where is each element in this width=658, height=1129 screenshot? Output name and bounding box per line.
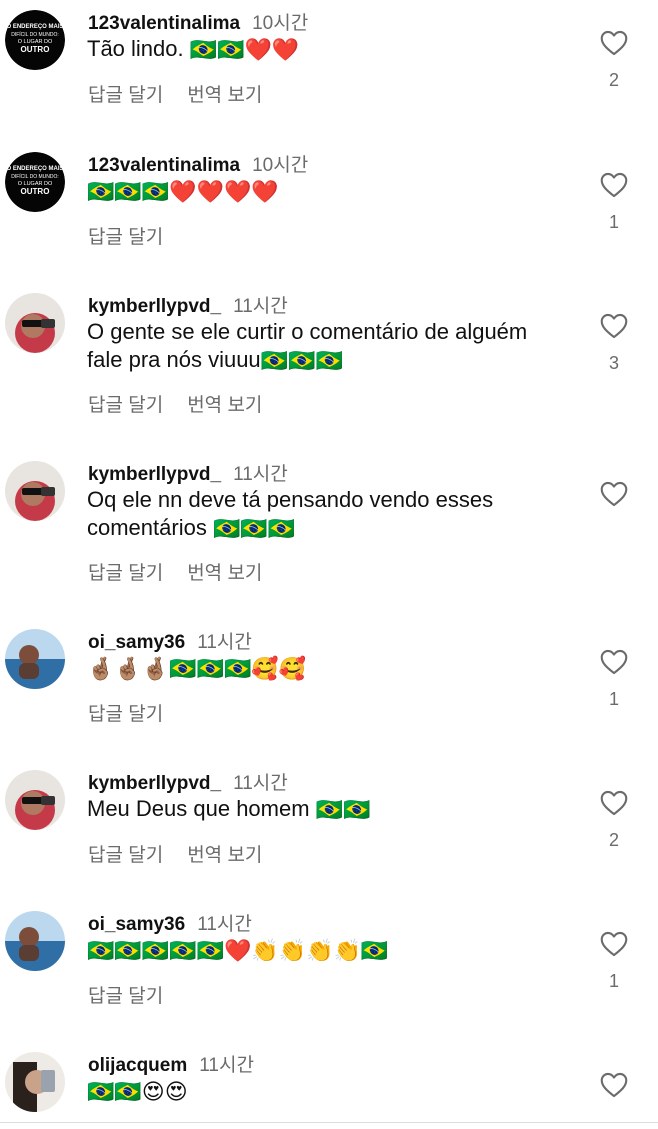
comment-text: 🇧🇷🇧🇷🇧🇷🇧🇷🇧🇷❤️👏👏👏👏🇧🇷 (87, 936, 567, 965)
username[interactable]: olijacquem (88, 1055, 187, 1076)
like-count: 3 (608, 353, 619, 373)
svg-text:O ENDEREÇO MAIS: O ENDEREÇO MAIS (6, 166, 63, 172)
heart-outline-icon[interactable] (600, 481, 628, 507)
comment-actions: 답글 달기 번역 보기 (88, 840, 286, 867)
heart-outline-icon[interactable] (600, 931, 628, 957)
comment-header: oi_samy36 11시간 (88, 627, 252, 654)
username[interactable]: 123valentinalima (88, 155, 240, 176)
avatar[interactable] (5, 770, 65, 830)
avatar[interactable] (5, 1052, 65, 1112)
comment-header: oi_samy36 11시간 (88, 909, 252, 936)
comment-text: 🇧🇷🇧🇷🇧🇷❤️❤️❤️❤️ (87, 177, 567, 206)
comment-text: Tão lindo. 🇧🇷🇧🇷❤️❤️ (87, 35, 567, 64)
like-count: 2 (608, 830, 619, 850)
heart-outline-icon[interactable] (600, 30, 628, 56)
comment-actions: 답글 달기 (88, 222, 187, 249)
timestamp: 11시간 (233, 773, 288, 794)
comment-emojis: 🇧🇷🇧🇷😍😍 (87, 1079, 188, 1105)
timestamp: 11시간 (197, 632, 252, 653)
reply-button[interactable]: 답글 달기 (88, 85, 163, 106)
avatar[interactable] (5, 629, 65, 689)
comment-text: Oq ele nn deve tá pensando vendo esses c… (87, 486, 567, 543)
comment-header: kymberllypvd_ 11시간 (88, 768, 288, 795)
like-control[interactable] (598, 481, 630, 521)
comment-body: Tão lindo. (87, 36, 184, 61)
comment-emojis: 🇧🇷🇧🇷❤️❤️ (189, 37, 300, 63)
avatar[interactable] (5, 461, 65, 521)
comment-emojis: 🇧🇷🇧🇷 (315, 797, 371, 823)
like-count: 1 (608, 212, 619, 232)
username[interactable]: kymberllypvd_ (88, 296, 221, 317)
like-control[interactable]: 2 (598, 790, 630, 851)
comment-emojis: 🇧🇷🇧🇷🇧🇷 (260, 348, 343, 374)
avatar[interactable] (5, 911, 65, 971)
like-control[interactable]: 2 (598, 30, 630, 91)
comment-actions: 답글 달기 번역 보기 (88, 390, 286, 417)
timestamp: 10시간 (252, 13, 309, 34)
comment-emojis: 🇧🇷🇧🇷🇧🇷 (212, 516, 296, 542)
username[interactable]: kymberllypvd_ (88, 773, 221, 794)
reply-button[interactable]: 답글 달기 (88, 395, 163, 416)
username[interactable]: oi_samy36 (88, 914, 185, 935)
divider (0, 1122, 658, 1123)
reply-button[interactable]: 답글 달기 (88, 845, 163, 866)
heart-outline-icon[interactable] (600, 172, 628, 198)
timestamp: 11시간 (199, 1055, 254, 1076)
comment-emojis: 🤞🏽🤞🏽🤞🏽🇧🇷🇧🇷🇧🇷🥰🥰 (87, 656, 307, 682)
reply-button[interactable]: 답글 달기 (88, 563, 163, 584)
comment-actions: 답글 달기 번역 보기 (88, 80, 286, 107)
comment-header: olijacquem 11시간 (88, 1050, 254, 1077)
reply-button[interactable]: 답글 달기 (88, 227, 163, 248)
comment-text: 🇧🇷🇧🇷😍😍 (87, 1077, 567, 1106)
heart-outline-icon[interactable] (600, 1072, 628, 1098)
comment-text: Meu Deus que homem 🇧🇷🇧🇷 (87, 795, 567, 824)
username[interactable]: oi_samy36 (88, 632, 185, 653)
comment-text: 🤞🏽🤞🏽🤞🏽🇧🇷🇧🇷🇧🇷🥰🥰 (87, 654, 567, 683)
avatar[interactable]: O ENDEREÇO MAIS DIFÍCIL DO MUNDO: O LUGA… (5, 152, 65, 212)
svg-text:OUTRO: OUTRO (21, 187, 50, 196)
avatar[interactable]: O ENDEREÇO MAIS DIFÍCIL DO MUNDO: O LUGA… (5, 10, 65, 70)
timestamp: 11시간 (233, 296, 288, 317)
comment-body: Meu Deus que homem (87, 796, 316, 821)
username[interactable]: kymberllypvd_ (88, 464, 221, 485)
like-control[interactable]: 1 (598, 649, 630, 710)
svg-text:O ENDEREÇO MAIS: O ENDEREÇO MAIS (6, 24, 63, 30)
comment-header: kymberllypvd_ 11시간 (88, 291, 288, 318)
timestamp: 10시간 (252, 155, 309, 176)
comment-header: 123valentinalima 10시간 (88, 8, 308, 35)
like-count: 2 (608, 70, 619, 90)
like-control[interactable]: 1 (598, 172, 630, 233)
heart-outline-icon[interactable] (600, 649, 628, 675)
comment-text: O gente se ele curtir o comentário de al… (87, 318, 567, 375)
comment-emojis: 🇧🇷🇧🇷🇧🇷❤️❤️❤️❤️ (87, 179, 279, 205)
svg-text:DIFÍCIL DO MUNDO:: DIFÍCIL DO MUNDO: (11, 173, 59, 180)
like-control[interactable] (598, 1072, 630, 1112)
reply-button[interactable]: 답글 달기 (88, 704, 163, 725)
translate-button[interactable]: 번역 보기 (187, 395, 262, 416)
like-count: 1 (608, 971, 619, 991)
comment-header: 123valentinalima 10시간 (88, 150, 308, 177)
reply-button[interactable]: 답글 달기 (88, 986, 163, 1007)
timestamp: 11시간 (233, 464, 288, 485)
like-count: 1 (608, 689, 619, 709)
username[interactable]: 123valentinalima (88, 13, 240, 34)
translate-button[interactable]: 번역 보기 (187, 85, 262, 106)
translate-button[interactable]: 번역 보기 (187, 563, 262, 584)
comment-actions: 답글 달기 (88, 699, 187, 726)
svg-text:DIFÍCIL DO MUNDO:: DIFÍCIL DO MUNDO: (11, 31, 59, 38)
like-control[interactable]: 3 (598, 313, 630, 374)
like-control[interactable]: 1 (598, 931, 630, 992)
svg-text:OUTRO: OUTRO (21, 45, 50, 54)
heart-outline-icon[interactable] (600, 313, 628, 339)
comment-emojis: 🇧🇷🇧🇷🇧🇷🇧🇷🇧🇷❤️👏👏👏👏🇧🇷 (87, 938, 389, 964)
timestamp: 11시간 (197, 914, 252, 935)
comment-actions: 답글 달기 번역 보기 (88, 558, 286, 585)
avatar[interactable] (5, 293, 65, 353)
comment-header: kymberllypvd_ 11시간 (88, 459, 288, 486)
comment-actions: 답글 달기 (88, 981, 187, 1008)
heart-outline-icon[interactable] (600, 790, 628, 816)
translate-button[interactable]: 번역 보기 (187, 845, 262, 866)
